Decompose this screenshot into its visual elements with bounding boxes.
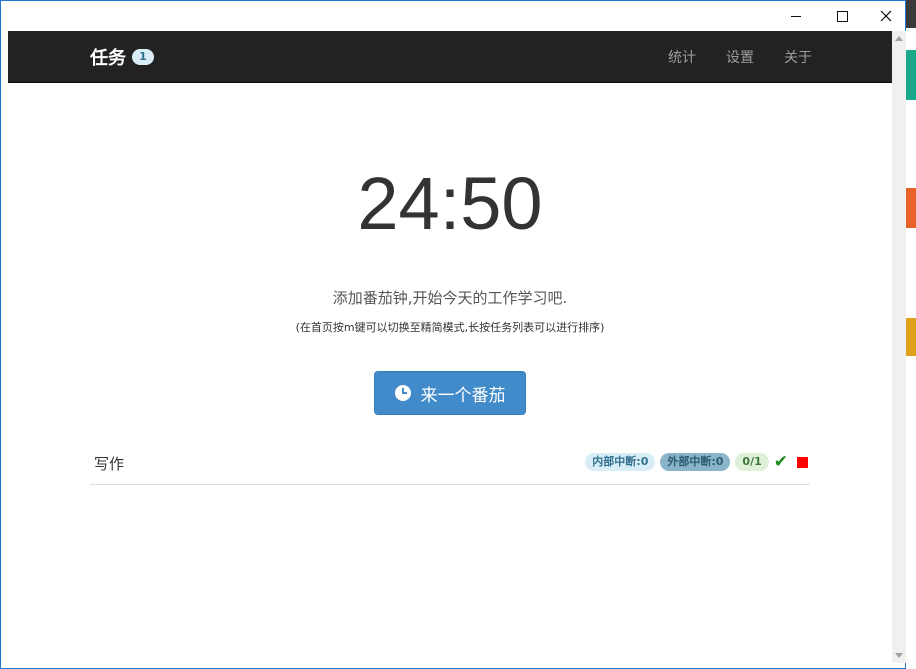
vertical-scrollbar[interactable]: [892, 31, 906, 663]
external-interrupt-badge: 外部中断:0: [660, 453, 731, 471]
close-button[interactable]: [863, 1, 909, 31]
top-navbar: 任务 1 统计 设置 关于: [8, 31, 892, 83]
maximize-button[interactable]: [819, 1, 865, 31]
check-icon[interactable]: ✔: [774, 454, 788, 471]
minimize-icon: [791, 15, 801, 17]
task-count-badge: 1: [132, 48, 154, 65]
nav-link-settings[interactable]: 设置: [726, 47, 754, 67]
countdown-timer: 24:50: [357, 162, 543, 245]
scroll-up-icon[interactable]: [895, 36, 903, 41]
task-name: 写作: [94, 455, 125, 473]
page-content: 任务 1 统计 设置 关于 24:50 添加番茄钟,开始今天的工作学习吧. (在…: [8, 31, 892, 663]
pomodoro-progress-badge: 0/1: [735, 453, 769, 471]
welcome-text: 添加番茄钟,开始今天的工作学习吧.: [332, 289, 568, 307]
task-meta: 内部中断:0 外部中断:0 0/1 ✔: [585, 453, 808, 471]
task-row[interactable]: 写作 内部中断:0 外部中断:0 0/1 ✔: [90, 445, 810, 485]
nav-link-stats[interactable]: 统计: [668, 47, 696, 67]
usage-hint: (在首页按m键可以切换至精简模式,长按任务列表可以进行排序): [295, 321, 605, 334]
navbar-brand[interactable]: 任务 1: [90, 31, 154, 82]
scroll-down-icon[interactable]: [895, 653, 903, 658]
internal-interrupt-badge: 内部中断:0: [585, 453, 656, 471]
app-window: 任务 1 统计 设置 关于 24:50 添加番茄钟,开始今天的工作学习吧. (在…: [0, 0, 906, 669]
close-icon: [880, 10, 892, 22]
minimize-button[interactable]: [773, 1, 819, 31]
clock-icon: [394, 385, 411, 401]
brand-label: 任务: [90, 47, 126, 69]
window-titlebar: [1, 1, 905, 31]
stop-icon[interactable]: [797, 456, 808, 468]
desktop-background-right: [906, 28, 916, 669]
maximize-icon: [836, 10, 848, 22]
add-pomodoro-label: 来一个番茄: [420, 385, 506, 406]
nav-link-about[interactable]: 关于: [784, 47, 812, 67]
nav-links: 统计 设置 关于: [668, 31, 812, 82]
add-pomodoro-button[interactable]: 来一个番茄: [374, 371, 526, 415]
